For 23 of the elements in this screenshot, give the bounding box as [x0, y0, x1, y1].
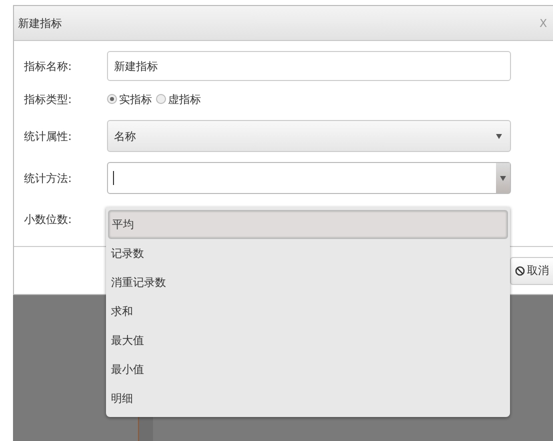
caret-icon — [500, 175, 506, 181]
radio-option[interactable]: 虚指标 — [156, 92, 201, 106]
dropdown-toggle[interactable] — [496, 163, 510, 193]
dropdown-item[interactable]: 求和 — [108, 297, 508, 326]
text-field[interactable]: 新建指标 — [107, 51, 511, 81]
select-field[interactable]: 名称 — [107, 120, 511, 152]
field-label: 小数位数: — [24, 212, 73, 226]
dropdown-item[interactable]: 最大值 — [108, 326, 508, 355]
caret-icon — [496, 133, 502, 139]
dropdown-item[interactable]: 消重记录数 — [108, 268, 508, 297]
field-label: 指标类型: — [24, 92, 73, 106]
radio-option[interactable]: 实指标 — [107, 92, 152, 106]
field-label: 统计方法: — [24, 170, 73, 186]
cancel-button[interactable]: 取消 — [510, 256, 553, 284]
dropdown-item[interactable]: 明细 — [108, 384, 508, 413]
field-label: 指标名称: — [24, 58, 73, 74]
dialog-title: 新建指标 — [18, 16, 62, 30]
field-label: 统计属性: — [24, 128, 73, 144]
prohibited-icon — [515, 266, 525, 276]
dropdown-item[interactable]: 平均 — [108, 210, 508, 239]
combo-field[interactable] — [107, 162, 511, 194]
dropdown-item[interactable]: 最小值 — [108, 355, 508, 384]
dropdown-item[interactable]: 记录数 — [108, 239, 508, 268]
